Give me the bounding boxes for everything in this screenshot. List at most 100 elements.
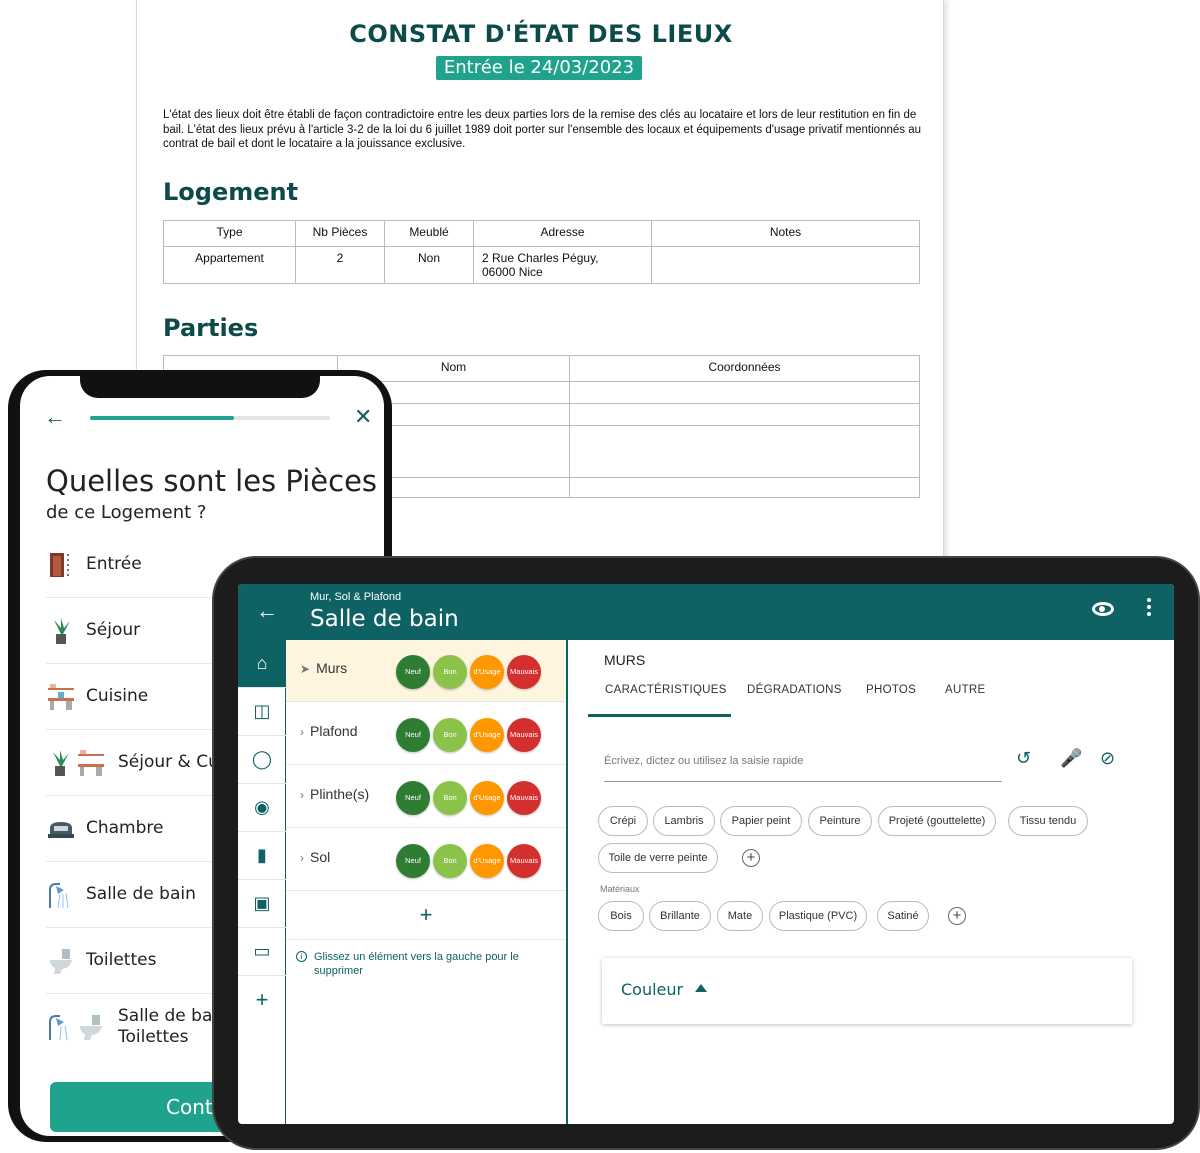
room-label: Salle de bain [86, 884, 196, 904]
cell-type: Appartement [163, 246, 296, 284]
bulb-icon[interactable]: ◯ [238, 736, 286, 784]
bullet-icon: ➤ [300, 662, 311, 676]
item-name: Sol [310, 849, 331, 865]
tablet-device: ← Mur, Sol & Plafond Salle de bain ⌂ ◫ ◯… [212, 556, 1200, 1150]
chip-brillante[interactable]: Brillante [649, 901, 711, 931]
chip-projete[interactable]: Projeté (gouttelette) [878, 806, 996, 836]
header-title: Salle de bain [310, 606, 459, 632]
back-arrow-icon[interactable]: ← [256, 598, 278, 624]
chip-plastique[interactable]: Plastique (PVC) [769, 901, 867, 931]
add-chip-icon[interactable]: + [742, 849, 760, 867]
chip-papier-peint[interactable]: Papier peint [720, 806, 802, 836]
chip-toile-de-verre[interactable]: Toile de verre peinte [598, 843, 718, 873]
state-usage-button[interactable]: d'Usage [470, 718, 504, 752]
list-item-plinthes[interactable]: › Plinthe(s) Neuf Bon d'Usage Mauvais [286, 766, 566, 828]
state-usage-button[interactable]: d'Usage [470, 781, 504, 815]
state-usage-button[interactable]: d'Usage [470, 655, 504, 689]
col-coordonnees: Coordonnées [569, 355, 920, 382]
drop-icon[interactable]: ◉ [238, 784, 286, 832]
cell-notes [651, 246, 920, 284]
inbox-icon[interactable]: ▭ [238, 928, 286, 976]
tab-degradations[interactable]: DÉGRADATIONS [747, 684, 842, 696]
state-neuf-button[interactable]: Neuf [396, 655, 430, 689]
add-material-icon[interactable]: + [948, 907, 966, 925]
state-mauvais-button[interactable]: Mauvais [507, 718, 541, 752]
cell-adresse: 2 Rue Charles Péguy, 06000 Nice [473, 246, 652, 284]
columns-icon[interactable]: ◫ [238, 688, 286, 736]
swipe-hint: i Glissez un élément vers la gauche pour… [296, 950, 552, 978]
room-label: Entrée [86, 554, 142, 574]
close-icon[interactable]: ✕ [354, 404, 372, 430]
toilet-icon [46, 946, 76, 976]
add-element-button[interactable]: + [286, 890, 566, 940]
microphone-icon[interactable]: 🎤 [1060, 748, 1082, 769]
parties-heading: Parties [163, 314, 259, 342]
tab-caracteristiques[interactable]: CARACTÉRISTIQUES [605, 684, 727, 696]
cell-meuble: Non [384, 246, 474, 284]
date-badge: Entrée le 24/03/2023 [436, 56, 642, 80]
chip-crepi[interactable]: Crépi [598, 806, 648, 836]
state-neuf-button[interactable]: Neuf [396, 844, 430, 878]
phone-notch [80, 376, 320, 398]
plant-icon [46, 616, 76, 646]
list-item-plafond[interactable]: › Plafond Neuf Bon d'Usage Mauvais [286, 703, 566, 765]
header-subtitle: Mur, Sol & Plafond [310, 591, 402, 603]
cell-nb-pieces: 2 [295, 246, 385, 284]
progress-bar [90, 416, 330, 420]
state-bon-button[interactable]: Bon [433, 781, 467, 815]
state-neuf-button[interactable]: Neuf [396, 718, 430, 752]
state-mauvais-button[interactable]: Mauvais [507, 655, 541, 689]
state-bon-button[interactable]: Bon [433, 718, 467, 752]
list-item-sol[interactable]: › Sol Neuf Bon d'Usage Mauvais [286, 829, 566, 891]
col-adresse: Adresse [473, 220, 652, 247]
active-tab-indicator [588, 714, 731, 717]
more-vert-icon[interactable] [1142, 598, 1156, 619]
state-bon-button[interactable]: Bon [433, 655, 467, 689]
materials-label: Matériaux [600, 884, 640, 894]
chevron-right-icon: › [300, 788, 304, 802]
kitchen-icon [46, 682, 76, 712]
room-label: Chambre [86, 818, 164, 838]
living-kitchen-icon [46, 748, 108, 778]
chip-tissu-tendu[interactable]: Tissu tendu [1008, 806, 1088, 836]
nav-rail: ⌂ ◫ ◯ ◉ ▮ ▣ ▭ + [238, 640, 286, 1124]
back-arrow-icon[interactable]: ← [44, 404, 66, 430]
chip-mate[interactable]: Mate [717, 901, 763, 931]
col-nb-pieces: Nb Pièces [295, 220, 385, 247]
room-label: Séjour [86, 620, 141, 640]
notes-input[interactable]: Écrivez, dictez ou utilisez la saisie ra… [604, 752, 1002, 782]
tab-photos[interactable]: PHOTOS [866, 684, 916, 696]
state-neuf-button[interactable]: Neuf [396, 781, 430, 815]
thermometer-icon[interactable]: ▮ [238, 832, 286, 880]
bed-icon [46, 814, 76, 844]
chevron-right-icon: › [300, 725, 304, 739]
chip-peinture[interactable]: Peinture [808, 806, 872, 836]
list-item-murs[interactable]: ➤ Murs Neuf Bon d'Usage Mauvais [286, 640, 566, 702]
item-name: Murs [316, 660, 348, 676]
window-icon[interactable]: ▣ [238, 880, 286, 928]
eye-icon[interactable] [1092, 602, 1114, 616]
room-label: Cuisine [86, 686, 149, 706]
col-meuble: Meublé [384, 220, 474, 247]
col-type: Type [163, 220, 296, 247]
tab-autre[interactable]: AUTRE [945, 684, 985, 696]
couleur-panel[interactable]: Couleur [602, 958, 1132, 1024]
clear-icon[interactable]: ⊘ [1100, 748, 1115, 769]
info-icon: i [296, 951, 307, 962]
progress-bar-fill [90, 416, 234, 420]
state-mauvais-button[interactable]: Mauvais [507, 781, 541, 815]
undo-icon[interactable]: ↺ [1016, 748, 1031, 769]
chip-lambris[interactable]: Lambris [653, 806, 715, 836]
logement-heading: Logement [163, 178, 299, 206]
app-header: ← Mur, Sol & Plafond Salle de bain [238, 584, 1174, 640]
plus-icon[interactable]: + [238, 976, 286, 1024]
chip-bois[interactable]: Bois [598, 901, 644, 931]
section-title: MURS [604, 652, 646, 668]
chip-satine[interactable]: Satiné [877, 901, 929, 931]
state-mauvais-button[interactable]: Mauvais [507, 844, 541, 878]
state-bon-button[interactable]: Bon [433, 844, 467, 878]
bath-toilet-icon [46, 1012, 108, 1042]
home-icon[interactable]: ⌂ [238, 640, 286, 688]
question-subtitle: de ce Logement ? [46, 502, 207, 523]
state-usage-button[interactable]: d'Usage [470, 844, 504, 878]
